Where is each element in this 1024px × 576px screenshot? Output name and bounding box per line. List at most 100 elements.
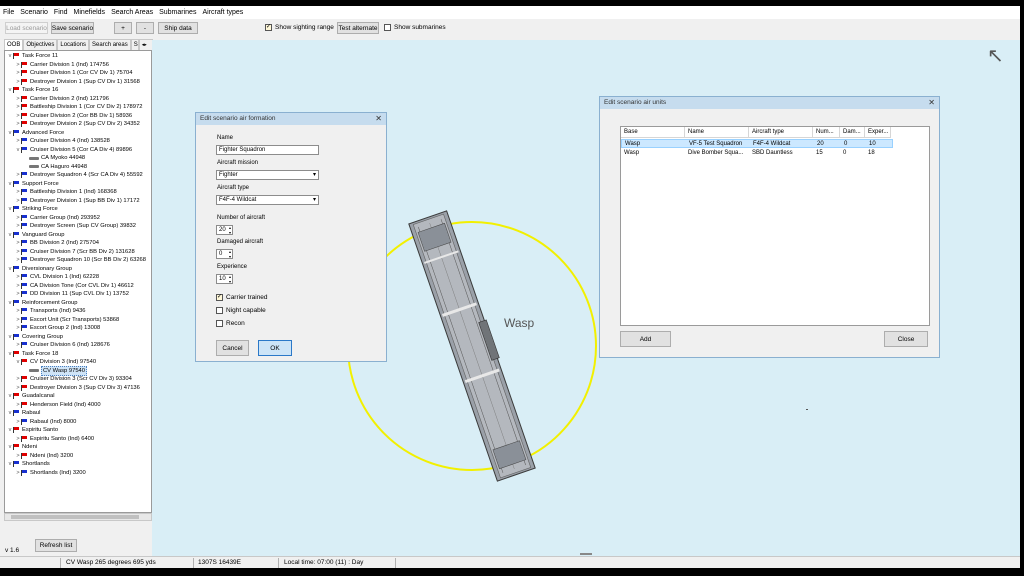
menu-submarines[interactable]: Submarines xyxy=(159,9,196,16)
load-scenario-button[interactable]: Load scenario xyxy=(5,22,48,34)
spin-arrows-icon[interactable]: ▴ ▾ xyxy=(229,225,231,235)
tree-item[interactable]: v Task Force 18 xyxy=(7,350,58,359)
tree-item[interactable]: > Destroyer Division 1 (Sup CV Div 1) 315… xyxy=(15,78,140,87)
recon-checkbox[interactable]: Recon xyxy=(216,320,245,327)
tree-item[interactable]: v Task Force 11 xyxy=(7,52,58,61)
tree-item[interactable]: > Rabaul (Ind) 8000 xyxy=(15,418,76,427)
close-icon[interactable]: ✕ xyxy=(928,97,935,109)
carrier-trained-checkbox[interactable]: ✓ Carrier trained xyxy=(216,294,268,301)
menu-file[interactable]: File xyxy=(3,9,14,16)
test-alternate-button[interactable]: Test alternate xyxy=(337,22,379,34)
map-canvas[interactable]: Wasp ↖ Edit scenario air formation ✕ Nam… xyxy=(152,40,1020,556)
refresh-list-button[interactable]: Refresh list xyxy=(35,539,77,552)
spin-arrows-icon[interactable]: ▴ ▾ xyxy=(229,249,231,259)
tab-objectives[interactable]: Objectives xyxy=(23,39,58,50)
table-row[interactable]: Wasp Dive Bomber Squa... SBD Dauntless 1… xyxy=(621,149,893,158)
column-header-base[interactable]: Base xyxy=(621,127,685,138)
menu-find[interactable]: Find xyxy=(54,9,68,16)
ok-button[interactable]: OK xyxy=(258,340,292,356)
name-input[interactable]: Fighter Squadron xyxy=(216,145,319,155)
tab-search-areas[interactable]: Search areas xyxy=(89,39,131,50)
tree-item[interactable]: CA Haguro 44948 xyxy=(23,163,87,172)
tree-item[interactable]: > Cruiser Division 2 (Cor BB Div 1) 58936 xyxy=(15,112,132,121)
table-row[interactable]: Wasp VF-5 Test Squadron F4F-4 Wildcat 20… xyxy=(621,139,893,148)
zoom-in-button[interactable]: + xyxy=(114,22,132,34)
tree-item[interactable]: > Carrier Group (Ind) 293952 xyxy=(15,214,100,223)
close-icon[interactable]: ✕ xyxy=(375,113,382,125)
menu-scenario[interactable]: Scenario xyxy=(20,9,48,16)
tab-oob[interactable]: OOB xyxy=(4,39,24,50)
tree-item[interactable]: > Carrier Division 2 (Ind) 121796 xyxy=(15,95,109,104)
column-header-experience[interactable]: Exper... xyxy=(865,127,891,138)
tree-item[interactable]: v Guadalcanal xyxy=(7,392,55,401)
aircraft-type-select[interactable]: F4F-4 Wildcat ▾ xyxy=(216,195,319,205)
tree-item[interactable]: > Espiritu Santo (Ind) 6400 xyxy=(15,435,94,444)
tree-item[interactable]: v Task Force 16 xyxy=(7,86,58,95)
save-scenario-button[interactable]: Save scenario xyxy=(51,22,94,34)
column-header-number[interactable]: Num... xyxy=(813,127,840,138)
damaged-aircraft-stepper[interactable]: 0 ▴ ▾ xyxy=(216,249,233,259)
ship-data-button[interactable]: Ship data xyxy=(158,22,198,34)
tree-item[interactable]: v Support Force xyxy=(7,180,59,189)
tab-overflow[interactable]: S xyxy=(130,39,139,50)
ship-wasp-icon[interactable] xyxy=(408,210,537,482)
tree-item[interactable]: > Destroyer Screen (Sup CV Group) 39832 xyxy=(15,222,136,231)
tree-item[interactable]: v Striking Force xyxy=(7,205,58,214)
tree-item[interactable]: > Cruiser Division 1 (Cor CV Div 1) 75704 xyxy=(15,69,132,78)
tree-item[interactable]: v Diversionary Group xyxy=(7,265,72,274)
air-units-grid[interactable]: Base Name Aircraft type Num... Dam... Ex… xyxy=(620,126,930,326)
cancel-button[interactable]: Cancel xyxy=(216,340,249,356)
tree-item[interactable]: v Advanced Force xyxy=(7,129,64,138)
tree-item[interactable]: > Cruiser Division 7 (Scr BB Div 2) 13162… xyxy=(15,248,135,257)
tree-item[interactable]: > Destroyer Division 1 (Sup BB Div 1) 171… xyxy=(15,197,140,206)
tree-item[interactable]: > Escort Group 2 (Ind) 13008 xyxy=(15,324,100,333)
tree-item[interactable]: > Battleship Division 1 (Cor CV Div 2) 17… xyxy=(15,103,142,112)
tree-item[interactable]: > CA Division Tone (Cor CVL Div 1) 46612 xyxy=(15,282,134,291)
tree-item[interactable]: > Destroyer Squadron 10 (Scr BB Div 2) 63… xyxy=(15,256,146,265)
tree-item[interactable]: > BB Division 2 (Ind) 275704 xyxy=(15,239,99,248)
night-capable-checkbox[interactable]: Night capable xyxy=(216,307,266,314)
tree-item[interactable]: > Destroyer Squadron 4 (Scr CA Div 4) 555… xyxy=(15,171,143,180)
column-header-aircraft-type[interactable]: Aircraft type xyxy=(749,127,813,138)
tree-item[interactable]: > Carrier Division 1 (Ind) 174756 xyxy=(15,61,109,70)
tree-item[interactable]: > Cruiser Division 6 (Ind) 128676 xyxy=(15,341,110,350)
tree-item[interactable]: v Rabaul xyxy=(7,409,40,418)
splitter-handle[interactable] xyxy=(580,553,592,555)
close-button[interactable]: Close xyxy=(884,331,928,347)
tree-item[interactable]: > Cruiser Division 4 (Ind) 138528 xyxy=(15,137,110,146)
oob-tree[interactable]: v Task Force 11 > Carrier Division 1 (Ind) … xyxy=(4,50,152,513)
tree-item[interactable]: > Shortlands (Ind) 3200 xyxy=(15,469,86,478)
air-units-dialog-titlebar[interactable]: Edit scenario air units ✕ xyxy=(600,97,939,109)
tree-item[interactable]: > DD Division 11 (Sup CVL Div 1) 13752 xyxy=(15,290,129,299)
menu-aircraft-types[interactable]: Aircraft types xyxy=(202,9,243,16)
menu-search-areas[interactable]: Search Areas xyxy=(111,9,153,16)
number-of-aircraft-stepper[interactable]: 20 ▴ ▾ xyxy=(216,225,233,235)
tree-item[interactable]: v Espiritu Santo xyxy=(7,426,58,435)
tree-item[interactable]: > Henderson Field (Ind) 4000 xyxy=(15,401,101,410)
tree-horizontal-scrollbar[interactable] xyxy=(4,513,152,521)
tab-scroll-arrows-icon[interactable]: ◂▸ xyxy=(138,39,153,50)
tree-item[interactable]: > Destroyer Division 3 (Sup CV Div 3) 471… xyxy=(15,384,140,393)
tree-item[interactable]: > CVL Division 1 (Ind) 62228 xyxy=(15,273,99,282)
aircraft-mission-select[interactable]: Fighter ▾ xyxy=(216,170,319,180)
tab-locations[interactable]: Locations xyxy=(57,39,90,50)
tree-item[interactable]: > Escort Unit (Scr Transports) 53868 xyxy=(15,316,119,325)
tree-item[interactable]: v Ndeni xyxy=(7,443,37,452)
zoom-out-button[interactable]: - xyxy=(136,22,154,34)
tree-item[interactable]: v Vanguard Group xyxy=(7,231,64,240)
show-submarines-checkbox[interactable]: Show submarines xyxy=(384,24,446,31)
scrollbar-thumb[interactable] xyxy=(11,515,139,519)
tree-item[interactable]: v Reinforcement Group xyxy=(7,299,77,308)
menu-minefields[interactable]: Minefields xyxy=(74,9,106,16)
show-sighting-range-checkbox[interactable]: ✓ Show sighting range xyxy=(265,24,334,31)
tree-item[interactable]: > Ndeni (Ind) 3200 xyxy=(15,452,73,461)
air-formation-dialog-titlebar[interactable]: Edit scenario air formation ✕ xyxy=(196,113,386,125)
tree-item[interactable]: > Cruiser Division 3 (Scr CV Div 3) 93304 xyxy=(15,375,132,384)
tree-item[interactable]: v Covering Group xyxy=(7,333,63,342)
tree-item[interactable]: > Transports (Ind) 9436 xyxy=(15,307,86,316)
tree-item[interactable]: CA Myoko 44948 xyxy=(23,154,85,163)
tree-item[interactable]: v Shortlands xyxy=(7,460,50,469)
tree-item[interactable]: CV Wasp 97540 xyxy=(23,365,87,376)
column-header-damaged[interactable]: Dam... xyxy=(840,127,865,138)
add-button[interactable]: Add xyxy=(620,331,671,347)
